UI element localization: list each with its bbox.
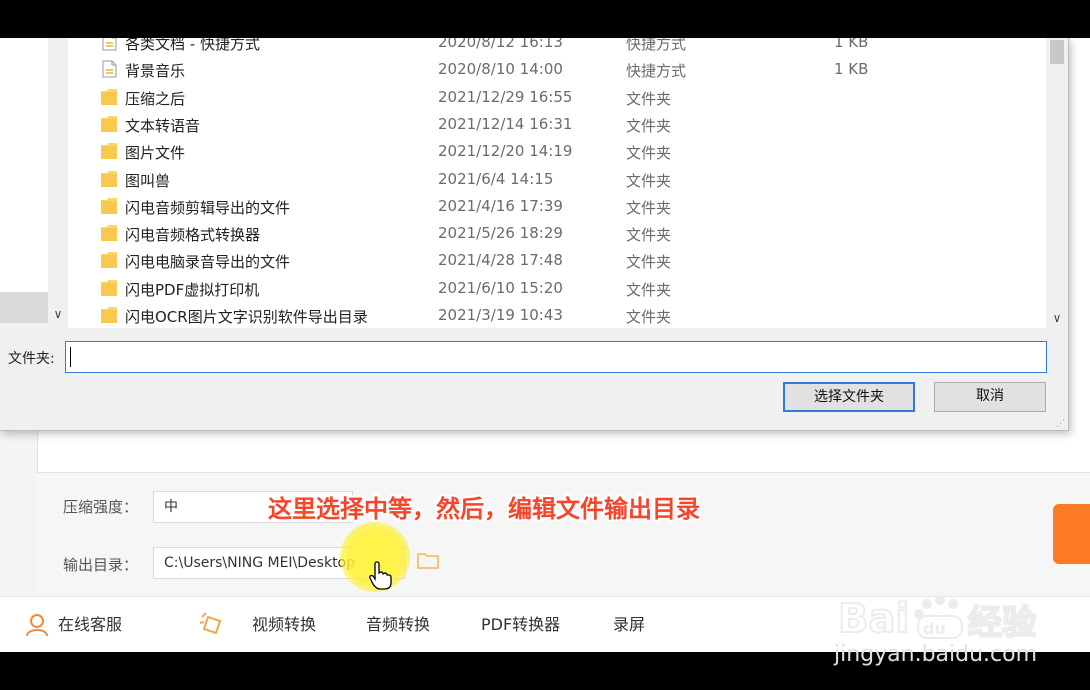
folder-icon: [101, 252, 117, 269]
file-size: 1 KB: [834, 60, 869, 79]
nav-pane-scroll-down[interactable]: ∨: [48, 304, 68, 324]
cancel-button[interactable]: 取消: [934, 382, 1046, 412]
file-size: 1 KB: [834, 38, 869, 51]
select-folder-button[interactable]: 选择文件夹: [783, 382, 915, 412]
file-name: 图片文件: [125, 144, 186, 163]
nav-support[interactable]: 在线客服: [58, 597, 122, 653]
file-type: 快捷方式: [626, 38, 687, 53]
file-date: 2021/12/29 16:55: [438, 87, 573, 106]
nav-audio-convert[interactable]: 音频转换: [366, 597, 430, 653]
nav-screen-record[interactable]: 录屏: [613, 597, 645, 653]
file-row[interactable]: 闪电OCR图片文字识别软件导出目录 2021/3/19 10:43 文件夹: [68, 302, 1046, 328]
resize-grip-icon[interactable]: ⋰: [1056, 419, 1065, 429]
file-name: 闪电OCR图片文字识别软件导出目录: [125, 308, 368, 326]
select-folder-dialog: ∨ 各类文档 - 快捷方式 2020/8/12 16:13 快捷方式 1 KB 背景音乐…: [0, 38, 1069, 431]
dialog-nav-pane[interactable]: [0, 38, 48, 323]
svg-text:经验: 经验: [968, 603, 1036, 643]
watermark-url: jingyan.baidu.com: [834, 642, 1038, 667]
file-name: 闪电音频剪辑导出的文件: [125, 198, 291, 217]
file-type: 文件夹: [626, 144, 672, 163]
file-name: 图叫兽: [125, 171, 171, 190]
scrollbar-down-arrow[interactable]: ∨: [1046, 308, 1068, 328]
file-name: 文本转语音: [125, 116, 201, 135]
file-type: 文件夹: [626, 308, 672, 326]
svg-text:Bai: Bai: [838, 596, 909, 642]
folder-field-label: 文件夹:: [8, 351, 55, 367]
file-date: 2021/12/20 14:19: [438, 142, 573, 161]
file-name: 闪电电脑录音导出的文件: [125, 253, 291, 272]
start-button[interactable]: [1053, 504, 1090, 564]
file-row[interactable]: 图片文件 2021/12/20 14:19 文件夹: [68, 138, 1046, 165]
file-name: 闪电音频格式转换器: [125, 226, 261, 245]
folder-icon: [101, 115, 117, 132]
file-row[interactable]: 闪电PDF虚拟打印机 2021/6/10 15:20 文件夹: [68, 275, 1046, 302]
nav-pdf-converter[interactable]: PDF转换器: [481, 597, 560, 653]
shortcut-file-icon: [102, 38, 117, 51]
file-type: 文件夹: [626, 280, 672, 299]
output-dir-label: 输出目录：: [63, 556, 139, 574]
file-date: 2021/3/19 10:43: [438, 306, 563, 324]
support-icon: [26, 614, 48, 637]
shortcut-file-icon: [102, 60, 117, 78]
file-name: 闪电PDF虚拟打印机: [125, 280, 260, 299]
tutorial-annotation: 这里选择中等，然后，编辑文件输出目录: [268, 495, 700, 523]
folder-icon: [101, 279, 117, 296]
file-list: 各类文档 - 快捷方式 2020/8/12 16:13 快捷方式 1 KB 背景音乐 20…: [68, 38, 1046, 328]
file-date: 2021/5/26 18:29: [438, 224, 563, 243]
file-date: 2020/8/10 14:00: [438, 60, 563, 79]
folder-icon: [101, 225, 117, 242]
file-date: 2020/8/12 16:13: [438, 38, 563, 51]
file-type: 文件夹: [626, 116, 672, 135]
compress-strength-label: 压缩强度：: [63, 498, 139, 516]
file-row[interactable]: 文本转语音 2021/12/14 16:31 文件夹: [68, 111, 1046, 138]
file-row[interactable]: 闪电电脑录音导出的文件 2021/4/28 17:48 文件夹: [68, 247, 1046, 274]
file-type: 文件夹: [626, 253, 672, 272]
file-date: 2021/4/16 17:39: [438, 196, 563, 215]
folder-input[interactable]: [65, 341, 1047, 373]
nav-video-convert[interactable]: 视频转换: [252, 597, 316, 653]
file-type: 文件夹: [626, 198, 672, 217]
file-row[interactable]: 各类文档 - 快捷方式 2020/8/12 16:13 快捷方式 1 KB: [68, 38, 1046, 56]
letterbox-top: [0, 0, 1090, 38]
file-type: 文件夹: [626, 171, 672, 190]
text-caret: [70, 347, 71, 367]
scrollbar-thumb[interactable]: [1050, 40, 1064, 64]
folder-icon: [101, 307, 117, 323]
folder-icon: [101, 197, 117, 214]
folder-icon: [101, 143, 117, 160]
file-date: 2021/12/14 16:31: [438, 114, 573, 133]
folder-open-icon[interactable]: [417, 551, 439, 569]
hand-cursor-icon: [369, 561, 392, 590]
file-date: 2021/6/4 14:15: [438, 169, 554, 188]
file-date: 2021/6/10 15:20: [438, 278, 563, 297]
file-row[interactable]: 闪电音频格式转换器 2021/5/26 18:29 文件夹: [68, 220, 1046, 247]
svg-text:du: du: [923, 619, 946, 638]
file-row[interactable]: 闪电音频剪辑导出的文件 2021/4/16 17:39 文件夹: [68, 193, 1046, 220]
file-type: 快捷方式: [626, 62, 687, 81]
file-list-scrollbar[interactable]: ∨: [1046, 38, 1068, 328]
file-date: 2021/4/28 17:48: [438, 251, 563, 270]
file-row[interactable]: 背景音乐 2020/8/10 14:00 快捷方式 1 KB: [68, 56, 1046, 83]
file-name: 背景音乐: [125, 62, 186, 81]
folder-icon: [101, 170, 117, 187]
file-row[interactable]: 压缩之后 2021/12/29 16:55 文件夹: [68, 84, 1046, 111]
nav-pane-selected-item[interactable]: [0, 292, 48, 323]
file-row[interactable]: 图叫兽 2021/6/4 14:15 文件夹: [68, 166, 1046, 193]
bell-icon: [199, 612, 222, 635]
file-name: 各类文档 - 快捷方式: [125, 38, 260, 53]
file-type: 文件夹: [626, 226, 672, 245]
file-type: 文件夹: [626, 89, 672, 108]
folder-icon: [101, 88, 117, 105]
file-name: 压缩之后: [125, 89, 186, 108]
